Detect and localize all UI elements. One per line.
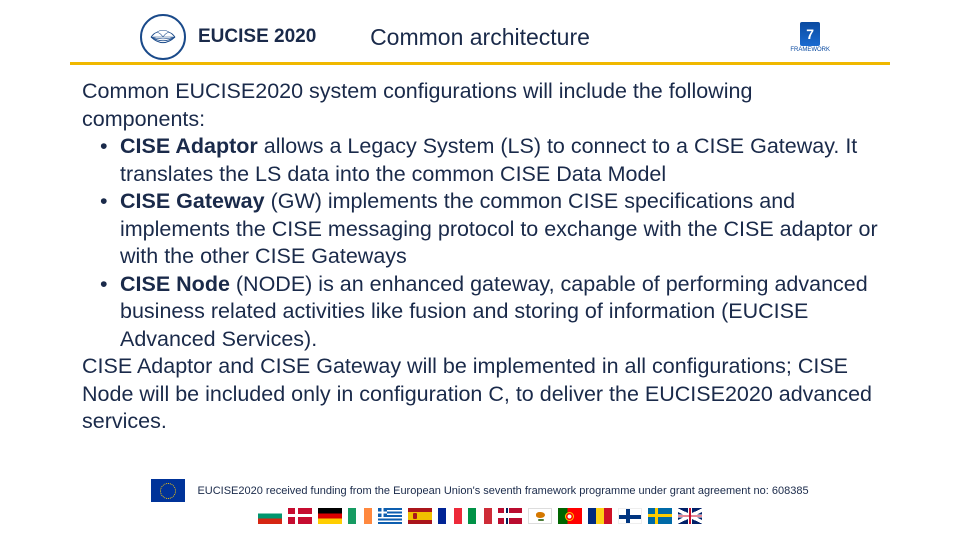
flag-finland-icon [618,508,642,524]
flag-france-icon [438,508,462,524]
header: EUCISE 2020 Common architecture 7 FRAMEW… [70,12,890,65]
list-item: CISE Gateway (GW) implements the common … [120,188,878,271]
flag-italy-icon [468,508,492,524]
flag-bulgaria-icon [258,508,282,524]
fp7-number: 7 [800,22,820,46]
body-content: Common EUCISE2020 system configurations … [82,78,878,436]
flag-denmark-icon [288,508,312,524]
flag-spain-icon [408,508,432,524]
flag-germany-icon [318,508,342,524]
list-item: CISE Node (NODE) is an enhanced gateway,… [120,271,878,354]
slide: EUCISE 2020 Common architecture 7 FRAMEW… [0,0,960,540]
flag-sweden-icon [648,508,672,524]
footer: EUCISE2020 received funding from the Eur… [0,479,960,524]
flag-romania-icon [588,508,612,524]
item-bold: CISE Node [120,272,230,296]
fp7-caption: FRAMEWORK [790,47,830,53]
flag-ireland-icon [348,508,372,524]
page-title: Common architecture [370,24,590,51]
fp7-logo-icon: 7 FRAMEWORK [790,22,830,53]
list-item: CISE Adaptor allows a Legacy System (LS)… [120,133,878,188]
item-bold: CISE Gateway [120,189,265,213]
flag-cyprus-icon [528,508,552,524]
intro-text: Common EUCISE2020 system configurations … [82,78,878,133]
funding-text: EUCISE2020 received funding from the Eur… [197,485,808,497]
item-rest: (NODE) is an enhanced gateway, capable o… [120,272,868,351]
flag-greece-icon [378,508,402,524]
item-bold: CISE Adaptor [120,134,258,158]
flag-portugal-icon [558,508,582,524]
flag-norway-icon [498,508,522,524]
flag-uk-icon [678,508,702,524]
project-label: EUCISE 2020 [198,26,316,48]
funding-row: EUCISE2020 received funding from the Eur… [151,479,808,502]
components-list: CISE Adaptor allows a Legacy System (LS)… [82,133,878,353]
flags-row [258,508,702,524]
eu-flag-icon [151,479,185,502]
project-logo-icon [140,14,186,60]
outro-text: CISE Adaptor and CISE Gateway will be im… [82,353,878,436]
